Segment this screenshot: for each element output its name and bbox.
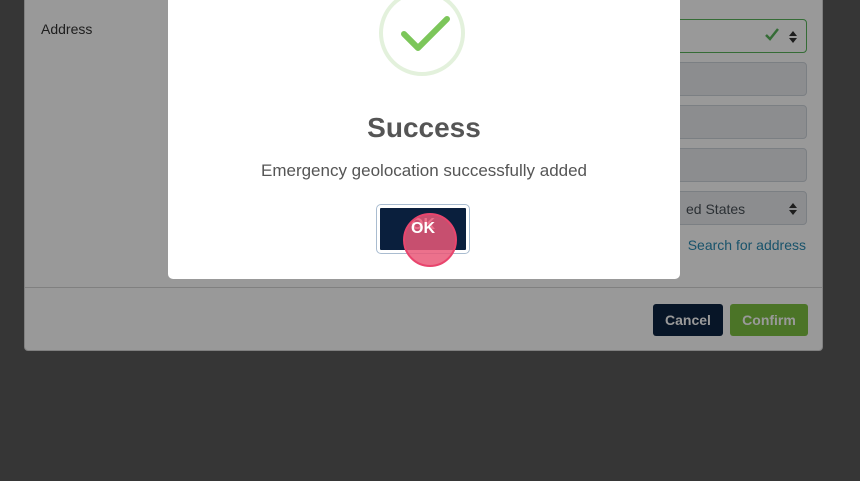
dialog-message: Emergency geolocation successfully added (260, 161, 588, 180)
ok-button[interactable]: OK (376, 204, 470, 254)
checkmark-icon (379, 0, 465, 76)
ok-button-label: OK (411, 216, 435, 233)
dialog-title: Success (367, 112, 481, 143)
success-dialog: Success Emergency geolocation successful… (168, 0, 680, 279)
